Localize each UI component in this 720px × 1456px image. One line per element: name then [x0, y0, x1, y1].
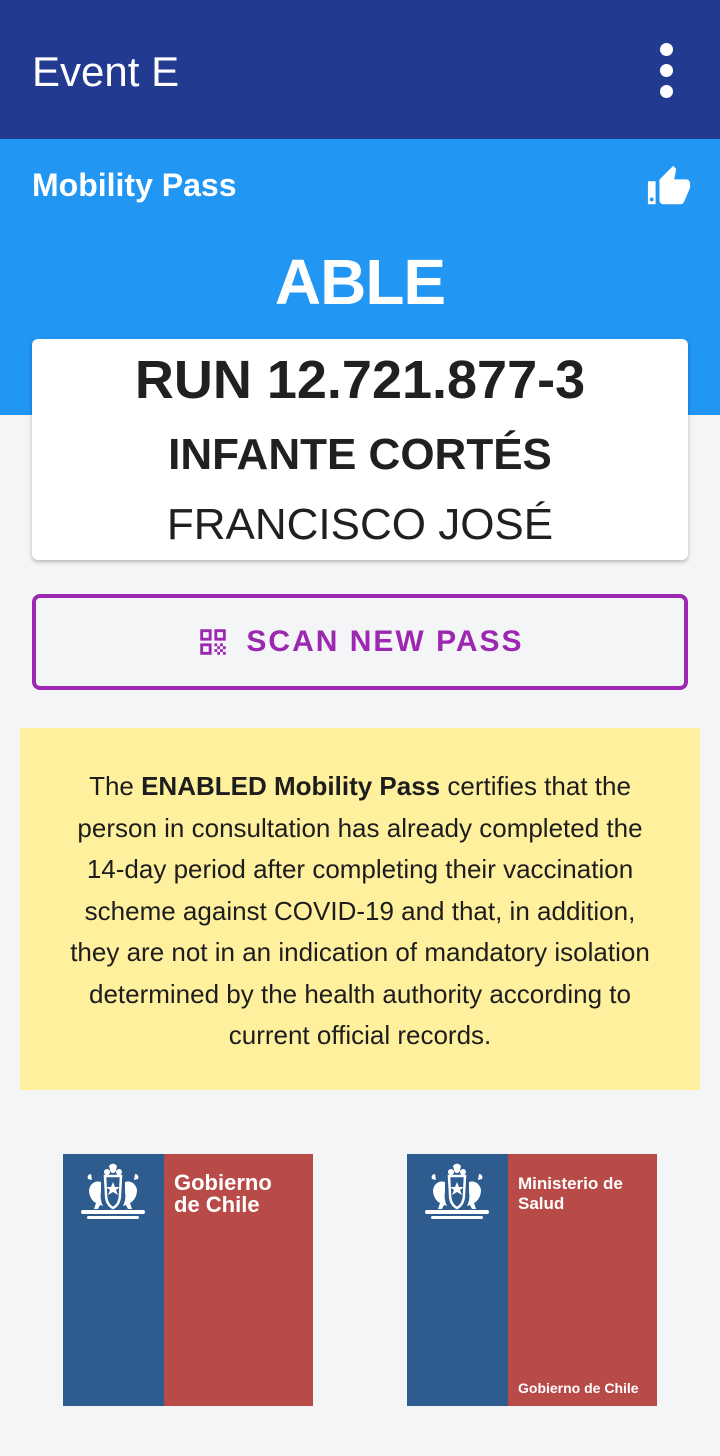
thumbs-up-icon	[647, 165, 691, 205]
app-bar: Event E	[0, 0, 720, 139]
coat-of-arms-icon	[81, 1163, 145, 1219]
info-text: The ENABLED Mobility Pass certifies that…	[70, 771, 650, 1050]
run-number: RUN 12.721.877-3	[134, 350, 586, 410]
qr-code-icon	[200, 629, 227, 655]
pass-type-label: Mobility Pass	[32, 167, 237, 203]
logo-ministerio-de-salud: Ministerio de Salud Gobierno de Chile	[407, 1154, 657, 1406]
info-notice: The ENABLED Mobility Pass certifies that…	[20, 728, 700, 1090]
pass-status-value: ABLE	[274, 246, 446, 318]
person-surname: INFANTE CORTÉS	[168, 430, 552, 479]
more-options-icon[interactable]	[642, 38, 690, 102]
scan-new-pass-button[interactable]: SCAN NEW PASS	[32, 594, 688, 690]
info-highlight: ENABLED Mobility Pass	[141, 771, 441, 801]
person-card: RUN 12.721.877-3 INFANTE CORTÉS FRANCISC…	[32, 339, 688, 560]
app-title: Event E	[32, 48, 180, 95]
person-given-names: FRANCISCO JOSÉ	[166, 500, 554, 549]
scan-button-label: SCAN NEW PASS	[246, 625, 524, 658]
coat-of-arms-icon	[425, 1163, 489, 1219]
logo-gobierno-de-chile: Gobierno de Chile	[63, 1154, 313, 1406]
